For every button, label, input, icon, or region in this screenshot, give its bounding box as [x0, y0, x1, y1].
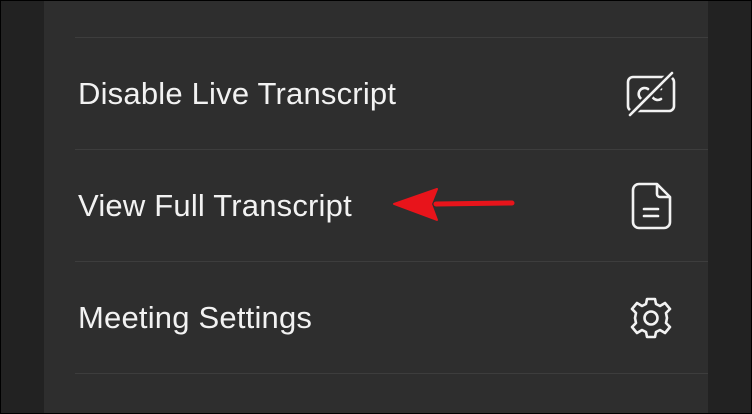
view-full-transcript-label: View Full Transcript: [78, 187, 352, 223]
meeting-settings-item[interactable]: Meeting Settings: [44, 262, 708, 373]
menu-divider: [75, 373, 708, 374]
more-options-sheet: Disable Live Transcript View Full Transc…: [44, 0, 708, 414]
closed-captions-off-icon: [626, 70, 676, 117]
view-full-transcript-item[interactable]: View Full Transcript: [44, 150, 708, 261]
disable-live-transcript-item[interactable]: Disable Live Transcript: [44, 38, 708, 149]
meeting-settings-label: Meeting Settings: [78, 299, 313, 335]
disable-live-transcript-label: Disable Live Transcript: [78, 75, 397, 111]
gear-icon: [630, 297, 672, 338]
document-icon: [631, 182, 672, 229]
red-arrow-annotation: [393, 188, 515, 221]
